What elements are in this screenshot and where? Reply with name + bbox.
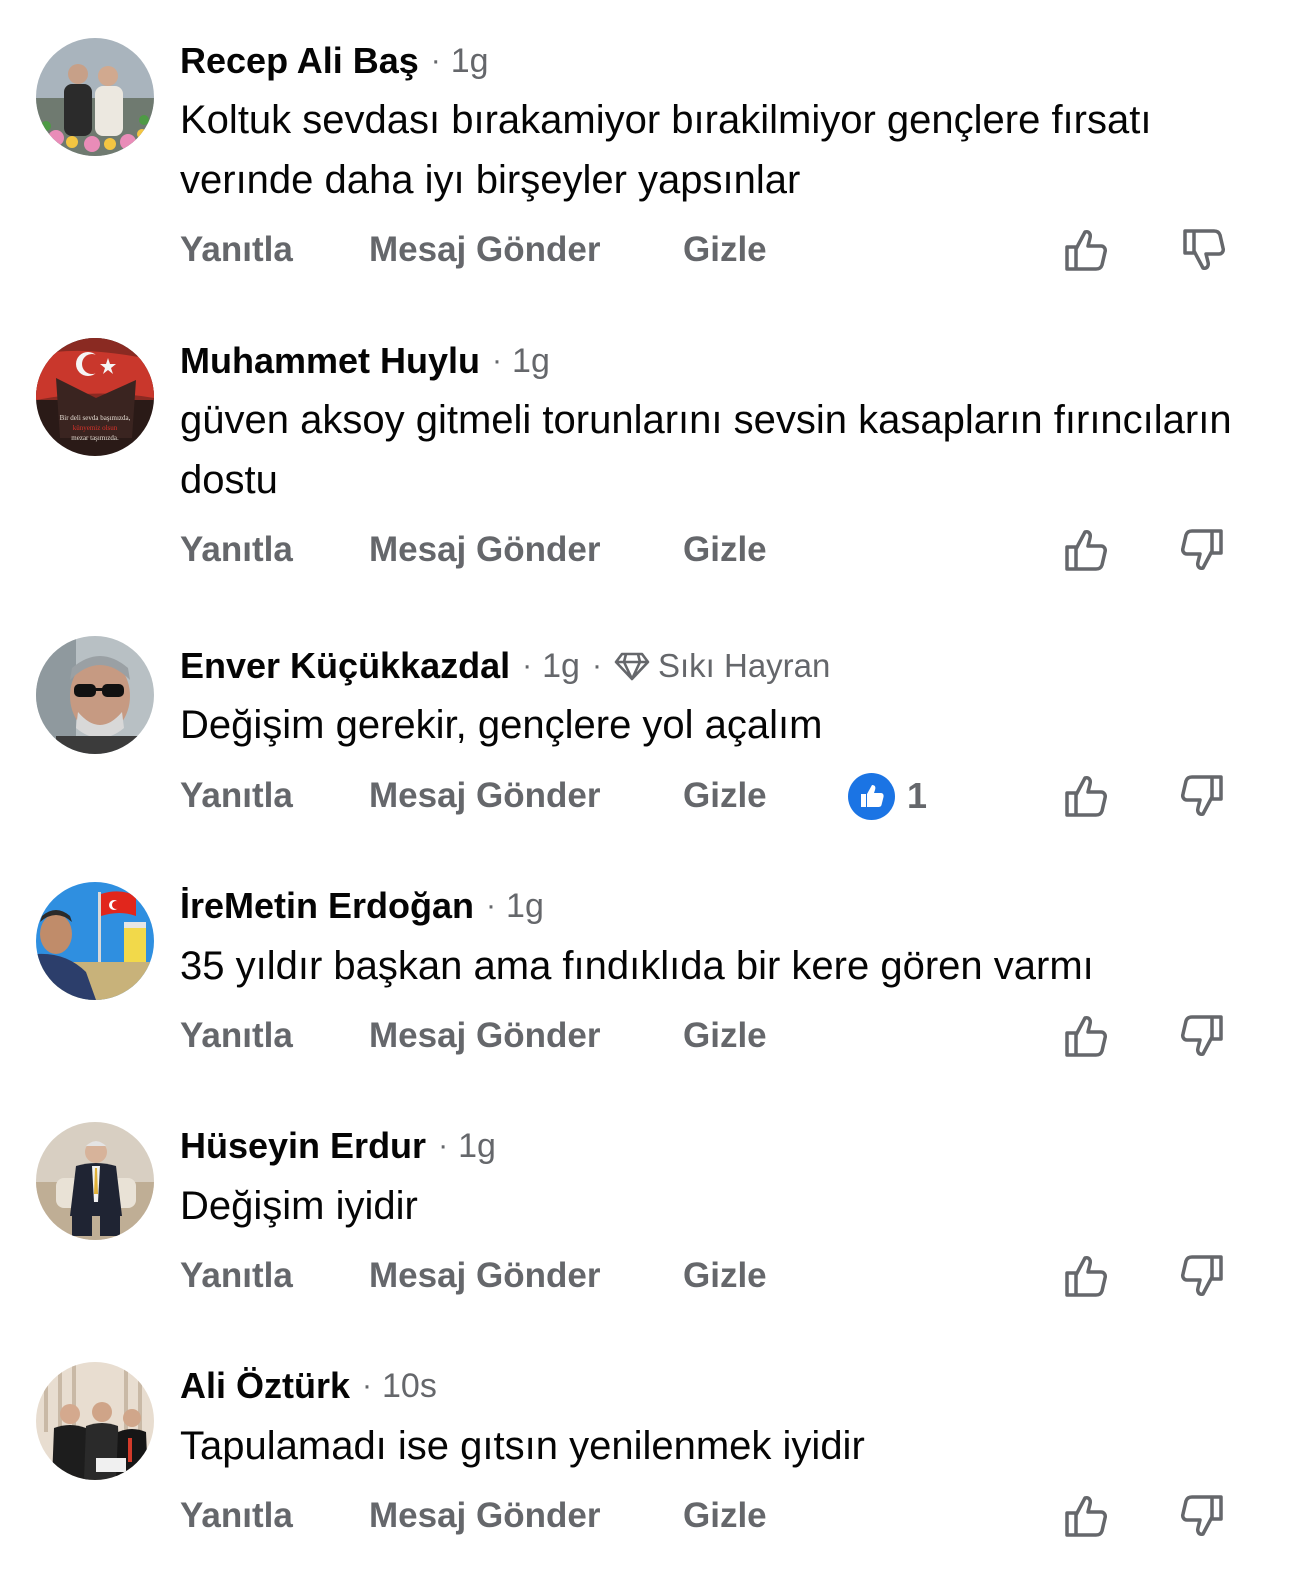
avatar[interactable] bbox=[36, 38, 154, 156]
thumbs-down-icon[interactable] bbox=[1178, 225, 1228, 275]
reaction-summary[interactable]: 1 bbox=[848, 771, 927, 821]
thumbs-down-icon[interactable] bbox=[1178, 1491, 1228, 1541]
avatar[interactable] bbox=[36, 882, 154, 1000]
timestamp[interactable]: 1g bbox=[506, 887, 544, 926]
hide-button[interactable]: Gizle bbox=[683, 1491, 767, 1541]
author-name[interactable]: Enver Küçükkazdal bbox=[180, 645, 510, 687]
author-name[interactable]: Ali Öztürk bbox=[180, 1365, 350, 1407]
comment-text: Tapulamadı ise gıtsın yenilenmek iyidir bbox=[180, 1424, 865, 1468]
thumbs-down-icon[interactable] bbox=[1178, 525, 1228, 575]
hide-button[interactable]: Gizle bbox=[683, 771, 767, 821]
thumbs-down-icon[interactable] bbox=[1178, 771, 1228, 821]
like-reaction-icon bbox=[848, 772, 895, 820]
comment-actions: Yanıtla Mesaj Gönder Gizle bbox=[180, 1251, 1260, 1301]
svg-text:mezar taşımızda.: mezar taşımızda. bbox=[71, 434, 119, 442]
svg-text:künyemiz olsun: künyemiz olsun bbox=[73, 424, 118, 432]
author-name[interactable]: İreMetin Erdoğan bbox=[180, 885, 474, 927]
avatar[interactable]: Bir deli sevda başımızda, künyemiz olsun… bbox=[36, 338, 154, 456]
thumbs-up-icon[interactable] bbox=[1060, 225, 1110, 275]
comment-header: Ali Öztürk · 10s bbox=[180, 1365, 437, 1407]
thumbs-down-icon[interactable] bbox=[1178, 1251, 1228, 1301]
thumbs-up-icon[interactable] bbox=[1060, 1011, 1110, 1061]
reply-button[interactable]: Yanıtla bbox=[180, 771, 293, 821]
comment-text: Değişim gerekir, gençlere yol açalım bbox=[180, 703, 823, 747]
thumbs-up-icon[interactable] bbox=[1060, 1491, 1110, 1541]
author-name[interactable]: Muhammet Huylu bbox=[180, 340, 480, 382]
thumbs-up-icon[interactable] bbox=[1060, 771, 1110, 821]
hide-button[interactable]: Gizle bbox=[683, 525, 767, 575]
timestamp[interactable]: 1g bbox=[542, 647, 580, 686]
timestamp[interactable]: 10s bbox=[382, 1367, 437, 1406]
avatar-caption: Bir deli sevda başımızda, bbox=[60, 414, 131, 422]
hide-button[interactable]: Gizle bbox=[683, 1251, 767, 1301]
comment-actions: Yanıtla Mesaj Gönder Gizle bbox=[180, 1491, 1260, 1541]
hide-button[interactable]: Gizle bbox=[683, 225, 767, 275]
comment-actions: Yanıtla Mesaj Gönder Gizle 1 bbox=[180, 771, 1260, 821]
comment-header: Recep Ali Baş · 1g bbox=[180, 40, 489, 82]
badge-label: Sıkı Hayran bbox=[657, 647, 831, 684]
comment-text: 35 yıldır başkan ama fındıklıda bir kere… bbox=[180, 944, 1094, 988]
avatar[interactable] bbox=[36, 1122, 154, 1240]
hide-button[interactable]: Gizle bbox=[683, 1011, 767, 1061]
send-message-button[interactable]: Mesaj Gönder bbox=[369, 1011, 600, 1061]
top-fan-badge[interactable]: Sıkı Hayran bbox=[612, 647, 830, 685]
thumbs-up-icon[interactable] bbox=[1060, 1251, 1110, 1301]
reply-button[interactable]: Yanıtla bbox=[180, 525, 293, 575]
send-message-button[interactable]: Mesaj Gönder bbox=[369, 1491, 600, 1541]
comment-actions: Yanıtla Mesaj Gönder Gizle bbox=[180, 225, 1260, 275]
thumbs-up-icon[interactable] bbox=[1060, 525, 1110, 575]
author-name[interactable]: Hüseyin Erdur bbox=[180, 1125, 426, 1167]
author-name[interactable]: Recep Ali Baş bbox=[180, 40, 419, 82]
comment-header: Muhammet Huylu · 1g bbox=[180, 340, 550, 382]
send-message-button[interactable]: Mesaj Gönder bbox=[369, 525, 600, 575]
avatar[interactable] bbox=[36, 1362, 154, 1480]
timestamp[interactable]: 1g bbox=[458, 1127, 496, 1166]
avatar[interactable] bbox=[36, 636, 154, 754]
comment-header: İreMetin Erdoğan · 1g bbox=[180, 885, 544, 927]
comment-text: Değişim iyidir bbox=[180, 1184, 418, 1228]
send-message-button[interactable]: Mesaj Gönder bbox=[369, 225, 600, 275]
reply-button[interactable]: Yanıtla bbox=[180, 1251, 293, 1301]
reply-button[interactable]: Yanıtla bbox=[180, 1491, 293, 1541]
timestamp[interactable]: 1g bbox=[512, 342, 550, 381]
comment-actions: Yanıtla Mesaj Gönder Gizle bbox=[180, 1011, 1260, 1061]
comment-text: güven aksoy gitmeli torunlarını sevsin k… bbox=[180, 398, 1232, 502]
comment-header: Hüseyin Erdur · 1g bbox=[180, 1125, 496, 1167]
reply-button[interactable]: Yanıtla bbox=[180, 225, 293, 275]
reply-button[interactable]: Yanıtla bbox=[180, 1011, 293, 1061]
timestamp[interactable]: 1g bbox=[451, 42, 489, 81]
comment-header: Enver Küçükkazdal · 1g · Sıkı Hayran bbox=[180, 645, 831, 687]
send-message-button[interactable]: Mesaj Gönder bbox=[369, 1251, 600, 1301]
thumbs-down-icon[interactable] bbox=[1178, 1011, 1228, 1061]
comment-actions: Yanıtla Mesaj Gönder Gizle bbox=[180, 525, 1260, 575]
send-message-button[interactable]: Mesaj Gönder bbox=[369, 771, 600, 821]
reaction-count: 1 bbox=[907, 775, 928, 816]
comment-text: Koltuk sevdası bırakamiyor bırakilmiyor … bbox=[180, 98, 1152, 202]
diamond-icon bbox=[614, 652, 650, 681]
